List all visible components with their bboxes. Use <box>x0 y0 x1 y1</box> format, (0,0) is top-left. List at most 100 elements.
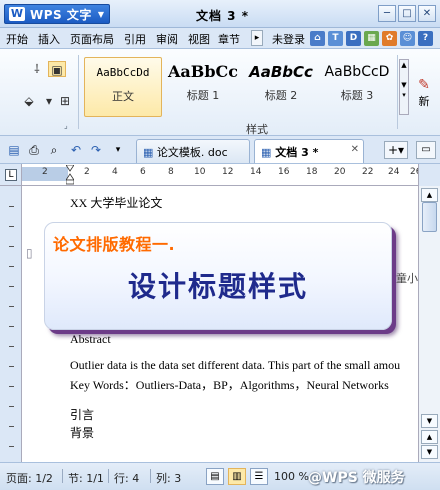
ruler-tick <box>9 226 14 227</box>
ruler-tick <box>9 286 14 287</box>
login-link[interactable]: 未登录 <box>272 31 305 47</box>
previous-page-button[interactable]: ▲ <box>421 430 438 444</box>
style-label: 标题 2 <box>264 89 298 102</box>
print-icon[interactable]: ⎙ <box>26 142 42 158</box>
doc-line-background: 背景 <box>70 426 95 440</box>
document-map-icon: ▯ <box>26 246 33 260</box>
status-bar: 页面: 1/2 节: 1/1 行: 4 列: 3 ▤ ▥ ☰ 100 % @WP… <box>0 462 440 490</box>
status-divider <box>62 469 63 483</box>
ruler-number: 20 <box>334 167 346 177</box>
scroll-thumb[interactable] <box>422 202 437 232</box>
style-gallery-scroll[interactable]: ▲ ▼ ▾ <box>399 59 409 115</box>
ruler-number: 12 <box>222 167 234 177</box>
tab-stop-selector[interactable]: L <box>5 169 17 181</box>
ruler-number: 6 <box>140 167 146 177</box>
print-preview-icon[interactable]: ⌕ <box>46 142 62 158</box>
row-indicator: 行: 4 <box>114 472 140 485</box>
new-style-button[interactable]: ✎ 新 <box>412 77 436 109</box>
format-painter-icon[interactable]: ⸸ <box>28 61 46 77</box>
ruler-number: 2 <box>42 167 48 177</box>
redo-icon[interactable]: ↷ <box>88 142 104 158</box>
doc-text-fragment: 童小 <box>396 272 418 285</box>
horizontal-ruler[interactable]: 2 2 4 6 8 10 12 14 16 18 20 22 24 26 <box>22 164 421 186</box>
reading-view-button[interactable]: ▤ <box>206 468 224 485</box>
skin-icon[interactable]: T <box>328 31 343 46</box>
border-icon[interactable]: ▣ <box>48 61 66 77</box>
doc-line-abstract: Abstract <box>70 332 111 346</box>
undo-icon[interactable]: ↶ <box>68 142 84 158</box>
column-indicator: 列: 3 <box>156 472 182 485</box>
tab-page-layout[interactable]: 页面布局 <box>70 31 114 47</box>
chevron-down-icon: ▼ <box>97 9 104 19</box>
new-style-icon: ✎ <box>418 77 430 93</box>
style-group-label: 样式 <box>246 123 268 136</box>
document-icon: ▦ <box>261 146 272 159</box>
style-label: 正文 <box>112 90 134 103</box>
ruler-number: 8 <box>168 167 174 177</box>
scroll-up-button[interactable]: ▲ <box>421 188 438 202</box>
fill-color-icon[interactable]: ⬙ <box>20 93 38 109</box>
indent-marker[interactable] <box>66 165 74 185</box>
tab-label: 文档 3 * <box>275 146 319 159</box>
doc-line-keywords: Key Words：Outliers-Data，BP，Algorithms，Ne… <box>70 378 389 392</box>
outline-view-button[interactable]: ☰ <box>250 468 268 485</box>
tab-list-button[interactable]: ▭ <box>416 141 436 159</box>
style-heading-3[interactable]: AaBbCcD 标题 3 <box>318 57 396 117</box>
apps-icon[interactable]: ▦ <box>364 31 379 46</box>
ribbon-divider <box>78 55 79 129</box>
gift-icon[interactable]: ✿ <box>382 31 397 46</box>
minimize-button[interactable]: ─ <box>378 5 396 22</box>
style-heading-2[interactable]: AaBbCc 标题 2 <box>242 57 320 117</box>
tab-document-thesis[interactable]: ▦ 论文模板. doc <box>136 139 250 163</box>
page-indicator[interactable]: 页面: 1/2 <box>6 470 53 486</box>
ruler-tick <box>9 246 14 247</box>
ruler-toggle-button[interactable] <box>418 164 440 186</box>
ruler-tick <box>9 326 14 327</box>
vertical-scrollbar[interactable]: ▲ ▼ ▲ ▼ <box>418 186 440 462</box>
save-icon[interactable]: ▤ <box>6 142 22 158</box>
ruler-number: 10 <box>194 167 206 177</box>
title-bar: W WPS 文字 ▼ 文档 3 * ─ □ ✕ <box>0 0 440 28</box>
banner-subtitle: 论文排版教程一. <box>53 235 176 254</box>
next-page-button[interactable]: ▼ <box>421 445 438 459</box>
close-button[interactable]: ✕ <box>418 5 436 22</box>
dialog-launcher-icon[interactable]: ⌟ <box>64 121 68 130</box>
ruler-tick <box>9 406 14 407</box>
tab-chapter[interactable]: 章节 <box>218 31 240 47</box>
doc-line-intro: 引言 <box>70 408 95 422</box>
format-tools: ⸸ ▣ ⬙ ▾ ⊞ <box>18 59 73 129</box>
section-indicator: 节: 1/1 <box>68 472 104 485</box>
tab-insert[interactable]: 插入 <box>38 31 60 47</box>
close-icon[interactable]: ✕ <box>351 144 359 155</box>
ribbon-divider <box>397 55 398 129</box>
table-border-icon[interactable]: ⊞ <box>56 93 74 109</box>
tab-review[interactable]: 审阅 <box>156 31 178 47</box>
status-divider <box>150 469 151 483</box>
customize-toolbar-icon[interactable]: ▾ <box>110 142 126 158</box>
style-label: 标题 1 <box>186 89 220 102</box>
style-normal[interactable]: AaBbCcDd 正文 <box>84 57 162 117</box>
more-tabs-button[interactable]: ▸ <box>251 30 263 46</box>
ruler-number: 14 <box>250 167 262 177</box>
page-view-button[interactable]: ▥ <box>228 468 246 485</box>
zoom-level[interactable]: 100 % <box>274 470 309 483</box>
tab-document-3[interactable]: ▦ 文档 3 * ✕ <box>254 139 364 163</box>
tab-home[interactable]: 开始 <box>6 31 28 47</box>
tab-references[interactable]: 引用 <box>124 31 146 47</box>
ribbon: ⸸ ▣ ⬙ ▾ ⊞ ⌟ AaBbCcDd 正文 AaBbCc 标题 1 AaBb… <box>0 49 440 136</box>
scroll-down-button[interactable]: ▼ <box>421 414 438 428</box>
help-icon[interactable]: ? <box>418 31 433 46</box>
wps-menu-button[interactable]: W WPS 文字 ▼ <box>4 4 110 24</box>
ruler-number: 18 <box>306 167 318 177</box>
service-icon[interactable]: ☺ <box>400 31 415 46</box>
font-icon[interactable]: D <box>346 31 361 46</box>
new-tab-button[interactable]: +▾ <box>384 141 408 159</box>
style-heading-1[interactable]: AaBbCc 标题 1 <box>164 57 242 117</box>
ruler-number: 4 <box>112 167 118 177</box>
home-icon[interactable]: ⌂ <box>310 31 325 46</box>
app-name: WPS 文字 <box>30 7 92 22</box>
tab-view[interactable]: 视图 <box>188 31 210 47</box>
ruler-tick <box>9 266 14 267</box>
ruler-number: 24 <box>388 167 400 177</box>
maximize-button[interactable]: □ <box>398 5 416 22</box>
